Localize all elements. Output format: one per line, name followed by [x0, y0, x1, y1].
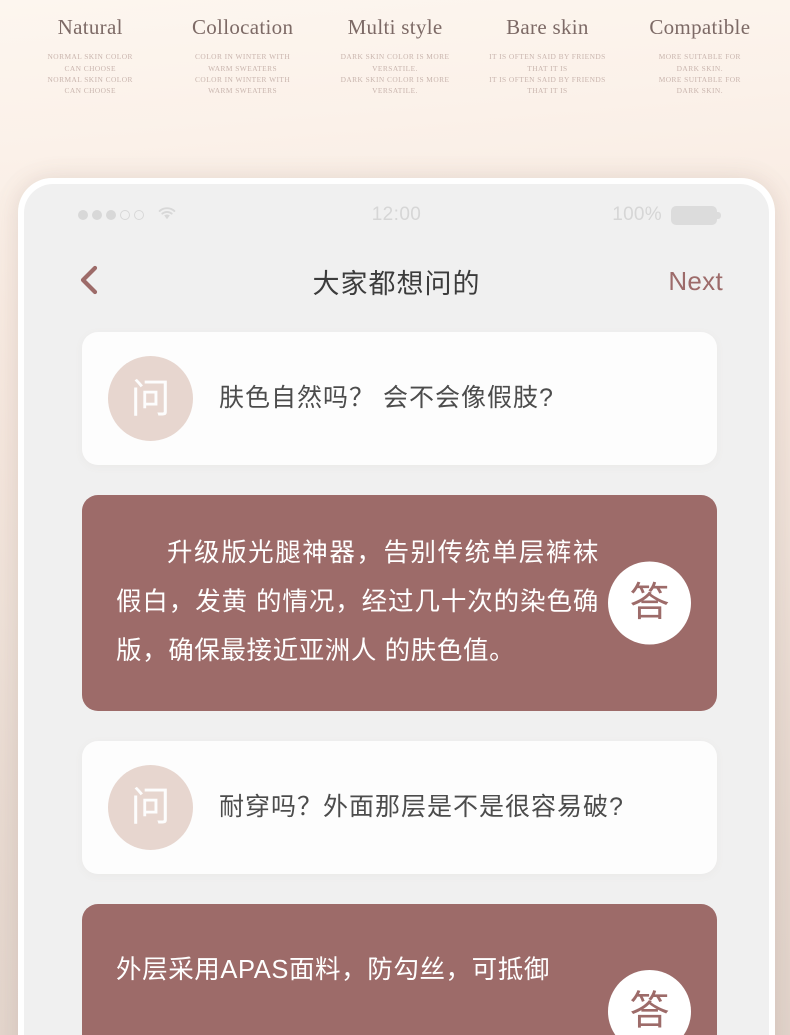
signal-dot-filled [92, 210, 102, 220]
feature-subtitle: IT IS OFTEN SAID BY FRIENDS THAT IT IS I… [475, 51, 619, 96]
feature-column-multi-style: Multi style DARK SKIN COLOR IS MORE VERS… [319, 12, 471, 150]
signal-strength-icon [78, 210, 144, 220]
back-button[interactable] [76, 257, 112, 306]
feature-subtitle: DARK SKIN COLOR IS MORE VERSATILE. DARK … [323, 51, 467, 96]
feature-subtitle-line: WARM SWEATERS [208, 86, 278, 96]
page-title: 大家都想问的 [312, 268, 481, 299]
feature-subtitle: COLOR IN WINTER WITH WARM SWEATERS COLOR… [170, 51, 314, 96]
feature-subtitle-line: IT IS OFTEN SAID BY FRIENDS [489, 74, 606, 84]
signal-dot-empty [120, 210, 130, 220]
feature-subtitle-line: WARM SWEATERS [208, 63, 278, 73]
feature-subtitle-line: MORE SUITABLE FOR [658, 74, 741, 84]
feature-subtitle-line: NORMAL SKIN COLOR [47, 74, 133, 84]
feature-subtitle-line: NORMAL SKIN COLOR [47, 52, 133, 62]
status-bar: 12:00 100% [24, 184, 769, 246]
feature-subtitle-line: VERSATILE. [372, 86, 418, 96]
battery-percentage: 100% [612, 204, 662, 225]
feature-subtitle-line: COLOR IN WINTER WITH [195, 74, 291, 84]
faq-answer-card[interactable]: 升级版光腿神器，告别传统单层裤袜假白，发黄 的情况，经过几十次的染色确版，确保最… [82, 495, 717, 711]
feature-subtitle-line: CAN CHOOSE [64, 86, 116, 96]
feature-title: Bare skin [506, 15, 589, 39]
feature-strip: Natural NORMAL SKIN COLOR CAN CHOOSE NOR… [0, 0, 790, 150]
status-bar-right: 100% [612, 204, 721, 226]
phone-mockup: 12:00 100% 大家都想问的 Next 问 肤色自然吗？ 会不会像假肢? … [18, 178, 775, 1035]
signal-dot-filled [78, 210, 88, 220]
nav-bar: 大家都想问的 Next [24, 246, 769, 316]
feature-title: Natural [57, 15, 123, 39]
feature-subtitle: NORMAL SKIN COLOR CAN CHOOSE NORMAL SKIN… [18, 51, 162, 96]
feature-subtitle-line: CAN CHOOSE [64, 63, 116, 73]
answer-badge-icon: 答 [608, 969, 691, 1035]
feature-column-bare-skin: Bare skin IT IS OFTEN SAID BY FRIENDS TH… [471, 12, 623, 150]
feature-column-compatible: Compatible MORE SUITABLE FOR DARK SKIN. … [624, 12, 776, 150]
status-bar-left [78, 205, 178, 226]
feature-subtitle-line: THAT IT IS [527, 63, 568, 73]
feature-title: Collocation [191, 15, 294, 39]
feature-title: Multi style [347, 15, 443, 39]
feature-subtitle-line: MORE SUITABLE FOR [658, 52, 741, 62]
signal-dot-empty [134, 210, 144, 220]
feature-subtitle: MORE SUITABLE FOR DARK SKIN. MORE SUITAB… [628, 51, 772, 96]
feature-subtitle-line: DARK SKIN. [676, 63, 724, 73]
feature-subtitle-line: DARK SKIN COLOR IS MORE [340, 52, 450, 62]
phone-screen: 12:00 100% 大家都想问的 Next 问 肤色自然吗？ 会不会像假肢? … [24, 184, 769, 1035]
feature-subtitle-line: THAT IT IS [527, 86, 568, 96]
faq-answer-text: 外层采用APAS面料，防勾丝，可抵御 [116, 955, 550, 984]
feature-subtitle-line: DARK SKIN. [676, 86, 724, 96]
feature-subtitle-line: IT IS OFTEN SAID BY FRIENDS [489, 52, 606, 62]
faq-list: 问 肤色自然吗？ 会不会像假肢? 升级版光腿神器，告别传统单层裤袜假白，发黄 的… [24, 316, 769, 1035]
signal-dot-filled [106, 210, 116, 220]
feature-title: Compatible [649, 15, 751, 39]
faq-question-card[interactable]: 问 耐穿吗？外面那层是不是很容易破? [82, 740, 717, 874]
wifi-icon [156, 205, 178, 226]
feature-column-natural: Natural NORMAL SKIN COLOR CAN CHOOSE NOR… [14, 12, 166, 150]
feature-subtitle-line: DARK SKIN COLOR IS MORE [340, 74, 450, 84]
feature-subtitle-line: COLOR IN WINTER WITH [195, 52, 291, 62]
answer-badge-icon: 答 [608, 561, 691, 645]
feature-subtitle-line: VERSATILE. [372, 63, 418, 73]
question-badge-icon: 问 [108, 764, 193, 850]
feature-column-collocation: Collocation COLOR IN WINTER WITH WARM SW… [166, 12, 318, 150]
faq-question-text: 耐穿吗？外面那层是不是很容易破? [219, 792, 624, 821]
battery-full-icon [671, 205, 721, 225]
faq-question-card[interactable]: 问 肤色自然吗？ 会不会像假肢? [82, 332, 717, 465]
next-button[interactable]: Next [666, 262, 725, 301]
chevron-left-icon [76, 263, 102, 300]
question-badge-icon: 问 [108, 356, 193, 441]
faq-answer-text: 升级版光腿神器，告别传统单层裤袜假白，发黄 的情况，经过几十次的染色确版，确保最… [116, 539, 599, 666]
faq-answer-card[interactable]: 外层采用APAS面料，防勾丝，可抵御 答 [82, 903, 717, 1035]
faq-question-text: 肤色自然吗？ 会不会像假肢? [219, 384, 554, 412]
